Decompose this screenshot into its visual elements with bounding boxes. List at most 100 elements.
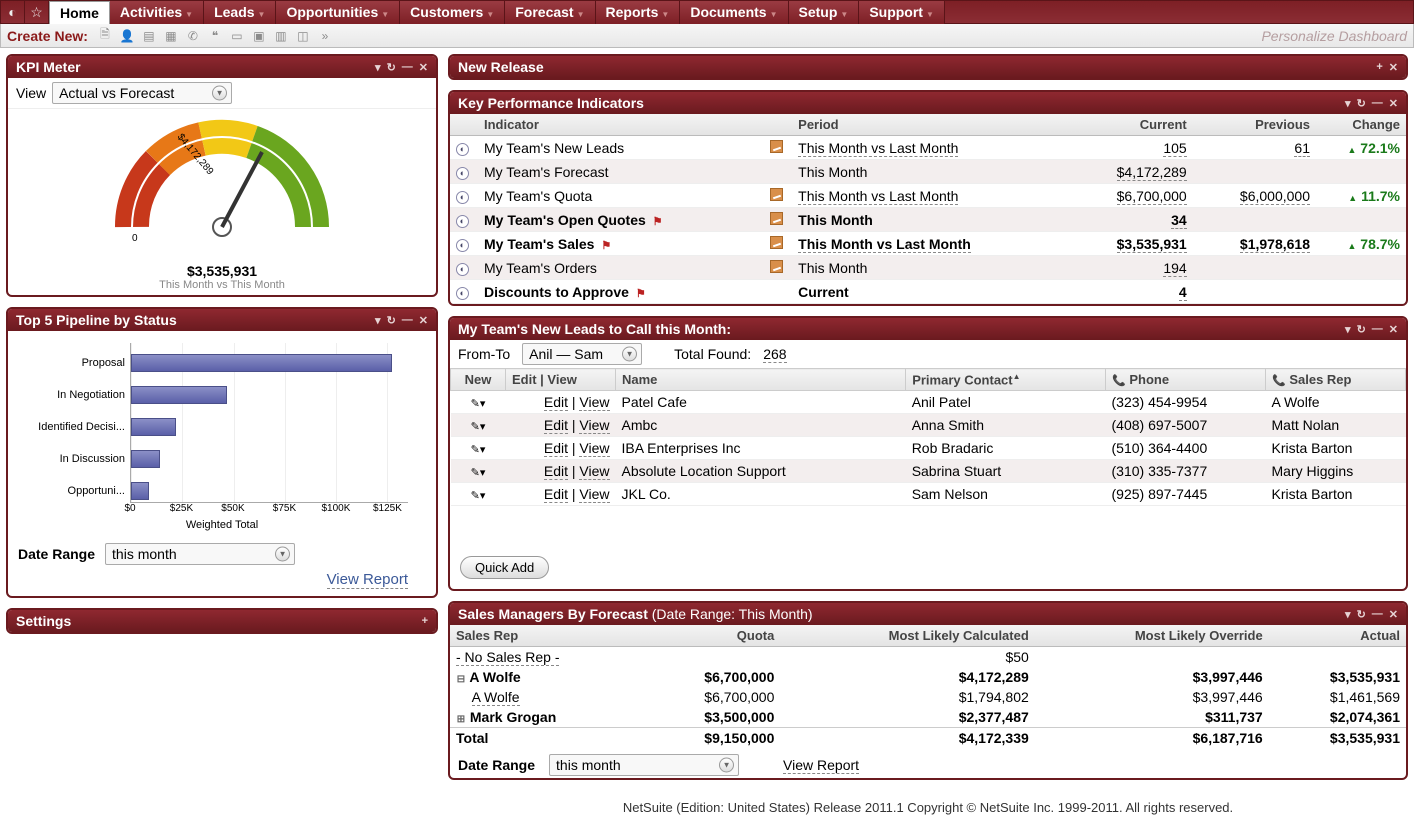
- star-icon[interactable]: ☆: [25, 1, 49, 23]
- tab-opportunities[interactable]: Opportunities▼: [276, 1, 400, 24]
- edit-inline-icon[interactable]: ✎▾: [471, 490, 486, 502]
- kpi-period[interactable]: Current: [792, 280, 1069, 304]
- new-issue-icon[interactable]: ◫: [294, 27, 312, 45]
- edit-inline-icon[interactable]: ✎▾: [471, 444, 486, 456]
- kpi-indicator[interactable]: My Team's New Leads: [478, 136, 764, 160]
- sm-rep[interactable]: ⊟ A Wolfe: [450, 667, 643, 687]
- pipeline-bar[interactable]: [131, 482, 149, 500]
- info-icon[interactable]: ◐: [456, 167, 469, 180]
- tab-leads[interactable]: Leads▼: [204, 1, 276, 24]
- refresh-icon[interactable]: ↻: [387, 61, 396, 74]
- new-task-icon[interactable]: ▤: [140, 27, 158, 45]
- info-icon[interactable]: ◐: [456, 287, 469, 300]
- expand-icon[interactable]: +: [422, 615, 428, 627]
- edit-link[interactable]: Edit: [544, 486, 568, 503]
- pipeline-view-report-link[interactable]: View Report: [327, 571, 408, 589]
- view-link[interactable]: View: [579, 463, 609, 480]
- lead-contact[interactable]: Anil Patel: [906, 391, 1106, 414]
- edit-link[interactable]: Edit: [544, 394, 568, 411]
- lead-contact[interactable]: Anna Smith: [906, 414, 1106, 437]
- close-icon[interactable]: ✕: [1389, 323, 1398, 336]
- col-current[interactable]: Current: [1069, 114, 1192, 136]
- tab-forecast[interactable]: Forecast▼: [505, 1, 595, 24]
- minimize-icon[interactable]: —: [402, 61, 413, 73]
- col-actual[interactable]: Actual: [1269, 625, 1406, 647]
- edit-inline-icon[interactable]: ✎▾: [471, 398, 486, 410]
- tab-reports[interactable]: Reports▼: [596, 1, 681, 24]
- new-doc-icon[interactable]: 🗎: [96, 27, 114, 45]
- tab-documents[interactable]: Documents▼: [680, 1, 788, 24]
- lead-name[interactable]: IBA Enterprises Inc: [616, 437, 906, 460]
- help-icon[interactable]: ◐: [1, 1, 25, 23]
- edit-link[interactable]: Edit: [544, 417, 568, 434]
- kpi-period[interactable]: This Month vs Last Month: [792, 232, 1069, 256]
- new-case-icon[interactable]: ▥: [272, 27, 290, 45]
- sm-daterange-select[interactable]: this month ▼: [549, 754, 739, 776]
- info-icon[interactable]: ◐: [456, 215, 469, 228]
- refresh-icon[interactable]: ↻: [1357, 608, 1366, 621]
- close-icon[interactable]: ✕: [1389, 608, 1398, 621]
- new-quote-icon[interactable]: ❝: [206, 27, 224, 45]
- sm-rep[interactable]: A Wolfe: [450, 687, 643, 707]
- personalize-dashboard-link[interactable]: Personalize Dashboard: [1261, 28, 1407, 44]
- trend-icon[interactable]: [770, 188, 783, 201]
- sm-rep[interactable]: ⊞ Mark Grogan: [450, 707, 643, 728]
- trend-icon[interactable]: [770, 236, 783, 249]
- col-new[interactable]: New: [451, 369, 506, 391]
- col-change[interactable]: Change: [1316, 114, 1406, 136]
- from-to-select[interactable]: Anil — Sam ▼: [522, 343, 642, 365]
- more-icon[interactable]: »: [316, 27, 334, 45]
- trend-icon[interactable]: [770, 140, 783, 153]
- tab-support[interactable]: Support▼: [859, 1, 945, 24]
- kpi-period[interactable]: This Month vs Last Month: [792, 136, 1069, 160]
- dropdown-icon[interactable]: ▾: [1345, 323, 1351, 336]
- lead-rep[interactable]: A Wolfe: [1266, 391, 1406, 414]
- lead-contact[interactable]: Sabrina Stuart: [906, 460, 1106, 483]
- tab-activities[interactable]: Activities▼: [110, 1, 204, 24]
- lead-rep[interactable]: Matt Nolan: [1266, 414, 1406, 437]
- minimize-icon[interactable]: —: [402, 314, 413, 326]
- kpi-indicator[interactable]: Discounts to Approve ⚑: [478, 280, 764, 304]
- quick-add-button[interactable]: Quick Add: [460, 556, 549, 579]
- col-indicator[interactable]: Indicator: [478, 114, 764, 136]
- refresh-icon[interactable]: ↻: [387, 314, 396, 327]
- pipeline-daterange-select[interactable]: this month ▼: [105, 543, 295, 565]
- kpi-indicator[interactable]: My Team's Open Quotes ⚑: [478, 208, 764, 232]
- kpi-indicator[interactable]: My Team's Forecast: [478, 160, 764, 184]
- new-call-icon[interactable]: ✆: [184, 27, 202, 45]
- pipeline-bar[interactable]: [131, 386, 227, 404]
- lead-rep[interactable]: Krista Barton: [1266, 483, 1406, 506]
- lead-contact[interactable]: Rob Bradaric: [906, 437, 1106, 460]
- col-period[interactable]: Period: [792, 114, 1069, 136]
- info-icon[interactable]: ◐: [456, 191, 469, 204]
- expand-icon[interactable]: +: [1376, 61, 1382, 73]
- kpi-period[interactable]: This Month: [792, 160, 1069, 184]
- dropdown-icon[interactable]: ▾: [1345, 608, 1351, 621]
- col-name[interactable]: Name: [616, 369, 906, 391]
- edit-inline-icon[interactable]: ✎▾: [471, 467, 486, 479]
- kpi-period[interactable]: This Month: [792, 208, 1069, 232]
- new-invoice-icon[interactable]: ▣: [250, 27, 268, 45]
- tab-customers[interactable]: Customers▼: [400, 1, 505, 24]
- view-link[interactable]: View: [579, 417, 609, 434]
- new-contact-icon[interactable]: 👤: [118, 27, 136, 45]
- lead-rep[interactable]: Mary Higgins: [1266, 460, 1406, 483]
- kpi-indicator[interactable]: My Team's Sales ⚑: [478, 232, 764, 256]
- col-calc[interactable]: Most Likely Calculated: [780, 625, 1034, 647]
- info-icon[interactable]: ◐: [456, 143, 469, 156]
- col-contact[interactable]: Primary Contact▲: [906, 369, 1106, 391]
- close-icon[interactable]: ✕: [419, 314, 428, 327]
- pipeline-bar[interactable]: [131, 418, 176, 436]
- minimize-icon[interactable]: —: [1372, 323, 1383, 335]
- refresh-icon[interactable]: ↻: [1357, 97, 1366, 110]
- kpi-indicator[interactable]: My Team's Orders: [478, 256, 764, 280]
- lead-name[interactable]: Patel Cafe: [616, 391, 906, 414]
- refresh-icon[interactable]: ↻: [1357, 323, 1366, 336]
- trend-icon[interactable]: [770, 212, 783, 225]
- lead-name[interactable]: Ambc: [616, 414, 906, 437]
- tab-home[interactable]: Home: [49, 1, 110, 24]
- pipeline-bar[interactable]: [131, 354, 392, 372]
- new-event-icon[interactable]: ▦: [162, 27, 180, 45]
- col-salesrep[interactable]: Sales Rep: [450, 625, 643, 647]
- tree-toggle-icon[interactable]: ⊞: [456, 714, 466, 725]
